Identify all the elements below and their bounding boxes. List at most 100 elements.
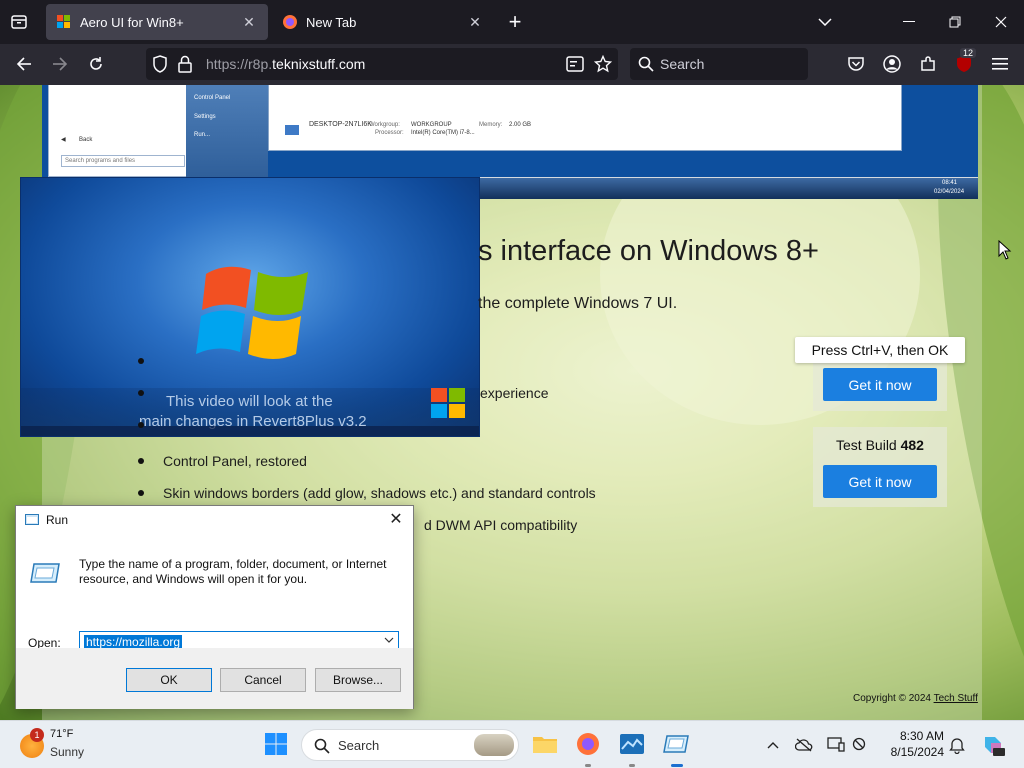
navigation-toolbar: https://r8p.teknixstuff.com Search 12 <box>0 44 1024 85</box>
search-highlight-icon <box>474 734 514 756</box>
run-program-icon <box>30 562 60 587</box>
get-it-now-button[interactable]: Get it now <box>823 368 937 401</box>
close-tab-icon[interactable]: ✕ <box>466 13 484 31</box>
search-bar[interactable]: Search <box>630 48 808 80</box>
chevron-down-icon[interactable] <box>384 635 394 646</box>
page-headline: s interface on Windows 8+ <box>478 235 819 267</box>
weather-temp: 71°F <box>50 728 74 740</box>
back-label: Back <box>79 137 93 143</box>
new-tab-button[interactable]: + <box>503 9 527 34</box>
bullet-icon <box>138 358 144 364</box>
ublock-extension-icon[interactable]: 12 <box>954 48 977 74</box>
display-icon[interactable] <box>827 736 845 754</box>
reader-view-icon[interactable] <box>566 55 584 73</box>
video-player[interactable]: This video will look at the main changes… <box>20 177 480 437</box>
computer-icon <box>285 125 299 135</box>
memory-value: 2.00 GB <box>509 122 532 128</box>
firefox-taskbar-icon[interactable] <box>575 731 601 757</box>
tab-new-tab[interactable]: New Tab ✕ <box>272 4 494 40</box>
restore-icon[interactable] <box>944 12 966 32</box>
windows-logo-icon <box>56 14 72 30</box>
hamburger-menu-icon[interactable] <box>990 54 1010 74</box>
clock-time: 8:30 AM <box>899 729 944 743</box>
back-icon[interactable] <box>14 54 34 74</box>
browse-button[interactable]: Browse... <box>315 668 401 692</box>
start-button-icon[interactable] <box>263 731 289 757</box>
copyright: Copyright © 2024 Tech Stuff <box>853 693 978 704</box>
search-icon <box>314 738 330 757</box>
memory-label: Memory: <box>479 122 503 128</box>
run-description: Type the name of a program, folder, docu… <box>79 557 387 586</box>
taskbar-search-placeholder: Search <box>338 738 380 753</box>
notification-bell-icon[interactable] <box>948 736 966 754</box>
notification-badge: 1 <box>30 728 44 742</box>
extensions-puzzle-icon[interactable] <box>918 54 938 74</box>
windows7-logo-icon <box>196 266 308 359</box>
clock-date: 8/15/2024 <box>890 745 944 759</box>
open-value[interactable]: https://mozilla.org <box>84 635 183 649</box>
tab-title: New Tab <box>306 14 357 30</box>
chevron-up-icon[interactable] <box>764 736 782 754</box>
start-search-box: Search programs and files <box>61 155 185 167</box>
forward-icon[interactable] <box>50 54 70 74</box>
tracking-protection-shield-icon[interactable] <box>152 55 170 73</box>
tab-aero-ui[interactable]: Aero UI for Win8+ ✕ <box>46 4 268 40</box>
computer-name: DESKTOP-2N7LI6K <box>309 121 372 128</box>
cancel-button[interactable]: Cancel <box>220 668 306 692</box>
url-text[interactable]: https://r8p.teknixstuff.com <box>206 56 365 72</box>
mouse-cursor-icon <box>998 240 1012 260</box>
back-arrow-icon: ◀ <box>61 137 66 143</box>
test-build-label: Test Build 482 <box>836 437 924 453</box>
win7-clock-date: 02/04/2024 <box>934 189 965 195</box>
onedrive-offline-icon[interactable] <box>795 736 813 754</box>
weather-condition: Sunny <box>50 745 85 759</box>
get-it-now-test-build-button[interactable]: Get it now <box>823 465 937 498</box>
copilot-pre-icon[interactable] <box>980 732 1006 758</box>
run-footer: OK Cancel Browse... <box>16 648 413 709</box>
bullet-icon <box>138 390 144 396</box>
run-titlebar[interactable]: Run ✕ <box>16 506 413 534</box>
paste-hint-tooltip: Press Ctrl+V, then OK <box>795 337 965 363</box>
chevron-down-icon[interactable] <box>814 12 836 32</box>
account-icon[interactable] <box>882 54 902 74</box>
reload-icon[interactable] <box>86 54 106 74</box>
close-tab-icon[interactable]: ✕ <box>240 13 258 31</box>
bullet-icon <box>138 458 144 464</box>
start-search-placeholder: Search programs and files <box>65 158 136 164</box>
page-subline: the complete Windows 7 UI. <box>478 295 678 312</box>
taskbar-search[interactable]: Search <box>301 729 519 761</box>
tab-title: Aero UI for Win8+ <box>80 14 184 30</box>
close-icon[interactable]: ✕ <box>387 510 405 528</box>
run-app-icon <box>25 514 39 529</box>
bookmark-star-icon[interactable] <box>593 54 613 73</box>
search-icon <box>638 56 654 75</box>
url-bar[interactable]: https://r8p.teknixstuff.com <box>146 48 618 80</box>
start-menu-right-pane: Control Panel Settings Run... <box>186 85 268 177</box>
video-inner-taskbar <box>21 426 479 436</box>
photos-app-icon[interactable] <box>619 731 645 757</box>
firefox-icon <box>282 14 298 30</box>
bullet-icon <box>138 490 144 496</box>
search-placeholder: Search <box>660 56 705 72</box>
start-item: Settings <box>194 114 216 120</box>
processor-label: Processor: <box>375 130 404 136</box>
ok-button[interactable]: OK <box>126 668 212 692</box>
taskbar-clock[interactable]: 8:30 AM 8/15/2024 <box>880 728 944 760</box>
lock-icon[interactable] <box>178 55 196 73</box>
extension-badge: 12 <box>960 48 977 58</box>
win7-clock-time: 08:41 <box>942 180 958 186</box>
pocket-icon[interactable] <box>846 54 866 74</box>
list-all-tabs-icon[interactable] <box>8 12 30 32</box>
minimize-icon[interactable] <box>898 12 920 32</box>
tech-stuff-link[interactable]: Tech Stuff <box>934 693 978 704</box>
network-no-internet-icon[interactable] <box>852 736 870 754</box>
run-body: Type the name of a program, folder, docu… <box>16 534 413 654</box>
run-taskbar-icon[interactable] <box>663 731 689 757</box>
close-window-icon[interactable] <box>990 12 1012 32</box>
running-indicator <box>629 764 635 767</box>
windows-taskbar: 1 71°F Sunny Search 8:30 AM 8/15/2024 <box>0 720 1024 768</box>
running-indicator <box>585 764 591 767</box>
system-properties-window: DESKTOP-2N7LI6K Workgroup: WORKGROUP Mem… <box>268 85 902 151</box>
start-item: Control Panel <box>194 95 231 101</box>
file-explorer-icon[interactable] <box>532 731 558 757</box>
